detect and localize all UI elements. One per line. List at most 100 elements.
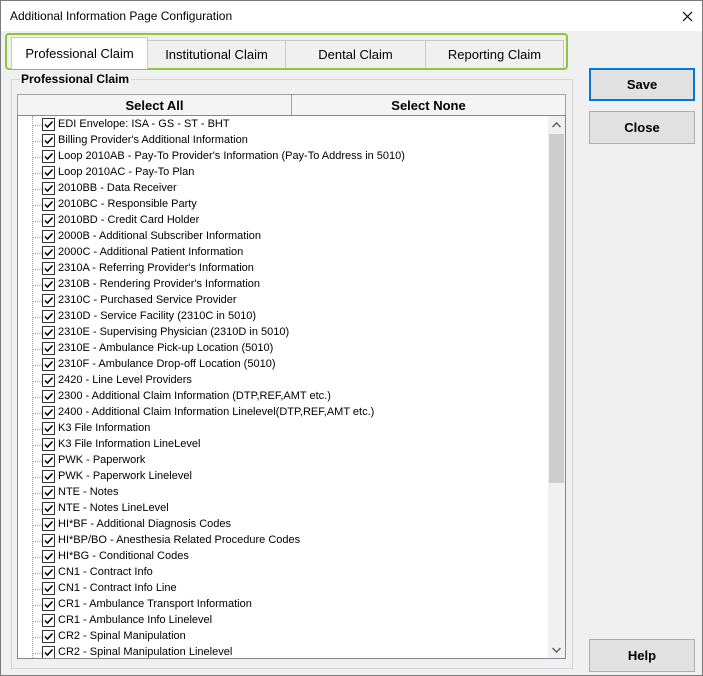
tree-connector — [33, 493, 42, 494]
item-checkbox[interactable] — [42, 630, 55, 643]
item-checkbox[interactable] — [42, 262, 55, 275]
item-checkbox[interactable] — [42, 598, 55, 611]
item-checkbox[interactable] — [42, 134, 55, 147]
item-checkbox[interactable] — [42, 118, 55, 131]
scroll-thumb[interactable] — [549, 134, 564, 483]
checkmark-icon — [44, 264, 54, 273]
item-checkbox[interactable] — [42, 582, 55, 595]
tab-institutional-claim[interactable]: Institutional Claim — [147, 40, 286, 68]
tree-item[interactable]: 2310F - Ambulance Drop-off Location (501… — [18, 357, 546, 373]
tree-item[interactable]: CR2 - Spinal Manipulation — [18, 629, 546, 645]
tree-item[interactable]: CR2 - Spinal Manipulation Linelevel — [18, 645, 546, 658]
item-checkbox[interactable] — [42, 150, 55, 163]
tree-item[interactable]: 2010BC - Responsible Party — [18, 197, 546, 213]
tree-item[interactable]: NTE - Notes LineLevel — [18, 501, 546, 517]
item-checkbox[interactable] — [42, 566, 55, 579]
tree-item[interactable]: PWK - Paperwork Linelevel — [18, 469, 546, 485]
tree-connector — [33, 205, 42, 206]
tree-item[interactable]: EDI Envelope: ISA - GS - ST - BHT — [18, 117, 546, 133]
item-checkbox[interactable] — [42, 294, 55, 307]
item-checkbox[interactable] — [42, 470, 55, 483]
section-tree[interactable]: EDI Envelope: ISA - GS - ST - BHT Billing… — [17, 115, 566, 659]
tree-connector — [33, 637, 42, 638]
item-checkbox[interactable] — [42, 406, 55, 419]
tree-item-label: CR2 - Spinal Manipulation Linelevel — [58, 646, 233, 658]
item-checkbox[interactable] — [42, 614, 55, 627]
tree-connector — [33, 525, 42, 526]
tree-item-label: 2310B - Rendering Provider's Information — [58, 278, 261, 290]
item-checkbox[interactable] — [42, 310, 55, 323]
scroll-down-button[interactable] — [548, 641, 565, 658]
item-checkbox[interactable] — [42, 198, 55, 211]
tree-connector — [33, 237, 42, 238]
tree-item[interactable]: 2010BB - Data Receiver — [18, 181, 546, 197]
item-checkbox[interactable] — [42, 438, 55, 451]
tree-item[interactable]: Loop 2010AB - Pay-To Provider's Informat… — [18, 149, 546, 165]
item-checkbox[interactable] — [42, 454, 55, 467]
tree-connector — [33, 157, 42, 158]
tree-item[interactable]: 2310C - Purchased Service Provider — [18, 293, 546, 309]
tree-item[interactable]: HI*BP/BO - Anesthesia Related Procedure … — [18, 533, 546, 549]
close-window-button[interactable] — [672, 1, 702, 31]
item-checkbox[interactable] — [42, 230, 55, 243]
tab-label: Dental Claim — [318, 47, 393, 62]
item-checkbox[interactable] — [42, 502, 55, 515]
help-button[interactable]: Help — [589, 639, 695, 672]
tree-item[interactable]: 2300 - Additional Claim Information (DTP… — [18, 389, 546, 405]
select-all-button[interactable]: Select All — [17, 94, 292, 116]
tree-item[interactable]: 2310E - Ambulance Pick-up Location (5010… — [18, 341, 546, 357]
tree-item[interactable]: K3 File Information LineLevel — [18, 437, 546, 453]
item-checkbox[interactable] — [42, 390, 55, 403]
tree-connector — [33, 141, 42, 142]
checkmark-icon — [44, 136, 54, 145]
item-checkbox[interactable] — [42, 342, 55, 355]
scroll-up-button[interactable] — [548, 116, 565, 133]
tree-item[interactable]: 2400 - Additional Claim Information Line… — [18, 405, 546, 421]
item-checkbox[interactable] — [42, 278, 55, 291]
item-checkbox[interactable] — [42, 534, 55, 547]
tree-item[interactable]: 2420 - Line Level Providers — [18, 373, 546, 389]
tree-item[interactable]: Billing Provider's Additional Informatio… — [18, 133, 546, 149]
tree-item[interactable]: HI*BF - Additional Diagnosis Codes — [18, 517, 546, 533]
item-checkbox[interactable] — [42, 646, 55, 658]
tree-item[interactable]: 2310B - Rendering Provider's Information — [18, 277, 546, 293]
save-button[interactable]: Save — [589, 68, 695, 101]
tree-item[interactable]: CN1 - Contract Info — [18, 565, 546, 581]
tree-item[interactable]: 2010BD - Credit Card Holder — [18, 213, 546, 229]
item-checkbox[interactable] — [42, 246, 55, 259]
tree-item[interactable]: 2000B - Additional Subscriber Informatio… — [18, 229, 546, 245]
item-checkbox[interactable] — [42, 166, 55, 179]
tree-scrollbar[interactable] — [548, 116, 565, 658]
close-button[interactable]: Close — [589, 111, 695, 144]
tree-item[interactable]: 2310E - Supervising Physician (2310D in … — [18, 325, 546, 341]
tree-item[interactable]: 2310D - Service Facility (2310C in 5010) — [18, 309, 546, 325]
tab-dental-claim[interactable]: Dental Claim — [285, 40, 426, 68]
tree-connector — [33, 189, 42, 190]
close-icon — [682, 11, 692, 21]
tree-item[interactable]: 2000C - Additional Patient Information — [18, 245, 546, 261]
tree-item[interactable]: 2310A - Referring Provider's Information — [18, 261, 546, 277]
item-checkbox[interactable] — [42, 374, 55, 387]
item-checkbox[interactable] — [42, 182, 55, 195]
item-checkbox[interactable] — [42, 326, 55, 339]
tree-item[interactable]: PWK - Paperwork — [18, 453, 546, 469]
tree-connector — [33, 381, 42, 382]
tree-item[interactable]: CR1 - Ambulance Transport Information — [18, 597, 546, 613]
item-checkbox[interactable] — [42, 358, 55, 371]
tree-item[interactable]: CN1 - Contract Info Line — [18, 581, 546, 597]
item-checkbox[interactable] — [42, 486, 55, 499]
tree-connector — [33, 557, 42, 558]
tree-item[interactable]: CR1 - Ambulance Info Linelevel — [18, 613, 546, 629]
tree-item[interactable]: Loop 2010AC - Pay-To Plan — [18, 165, 546, 181]
tree-item[interactable]: HI*BG - Conditional Codes — [18, 549, 546, 565]
item-checkbox[interactable] — [42, 422, 55, 435]
item-checkbox[interactable] — [42, 550, 55, 563]
select-none-button[interactable]: Select None — [291, 94, 566, 116]
tab-reporting-claim[interactable]: Reporting Claim — [425, 40, 564, 68]
tree-item[interactable]: K3 File Information — [18, 421, 546, 437]
tab-professional-claim[interactable]: Professional Claim — [11, 37, 148, 69]
item-checkbox[interactable] — [42, 518, 55, 531]
tree-item[interactable]: NTE - Notes — [18, 485, 546, 501]
tree-item-label: CN1 - Contract Info — [58, 566, 153, 578]
item-checkbox[interactable] — [42, 214, 55, 227]
